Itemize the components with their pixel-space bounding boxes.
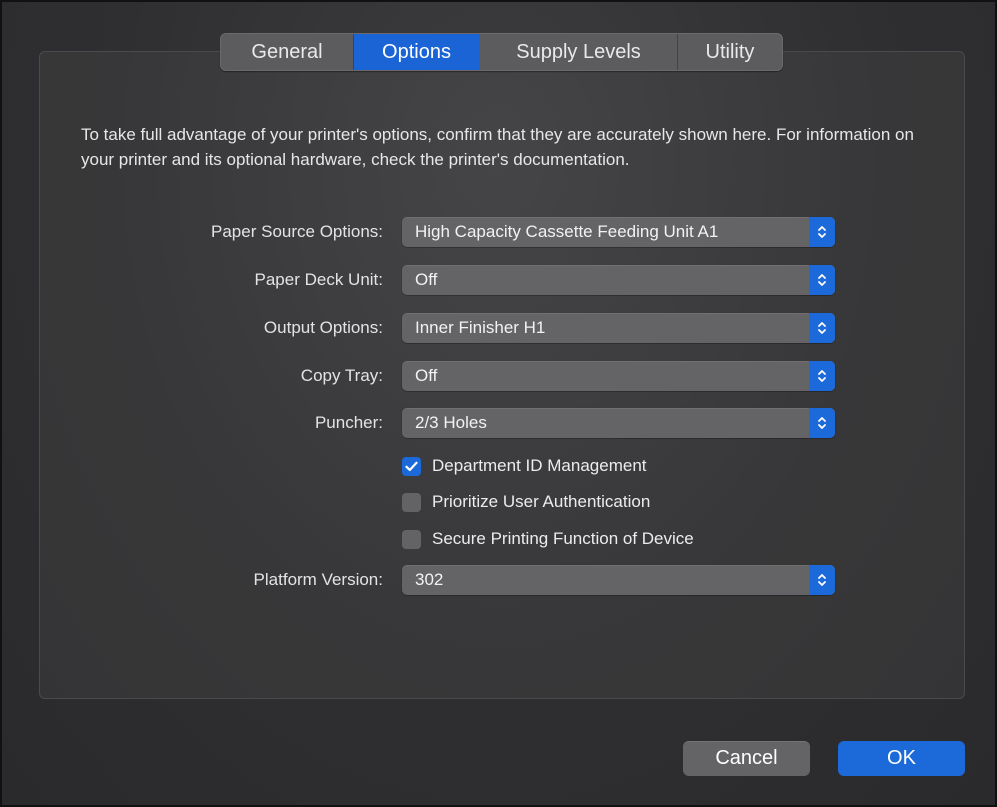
prioritize-auth-label: Prioritize User Authentication xyxy=(432,492,651,511)
chevron-up-down-icon xyxy=(809,361,835,391)
puncher-popup[interactable]: 2/3 Holes xyxy=(402,408,835,438)
paper-source-popup[interactable]: High Capacity Cassette Feeding Unit A1 xyxy=(402,217,835,247)
prioritize-auth-checkbox[interactable] xyxy=(402,492,421,512)
ok-button[interactable]: OK xyxy=(838,741,965,776)
puncher-label: Puncher: xyxy=(314,413,383,432)
chevron-up-down-icon xyxy=(809,408,835,438)
tab-bar: General Options Supply Levels Utility xyxy=(220,33,783,71)
cancel-button[interactable]: Cancel xyxy=(683,741,810,776)
dept-id-label: Department ID Management xyxy=(432,456,647,475)
tab-utility[interactable]: Utility xyxy=(678,34,782,70)
output-options-value: Inner Finisher H1 xyxy=(415,318,546,337)
dept-id-checkbox[interactable] xyxy=(402,456,421,476)
intro-text: To take full advantage of your printer's… xyxy=(81,125,914,169)
paper-deck-popup[interactable]: Off xyxy=(402,265,835,295)
platform-version-label: Platform Version: xyxy=(253,570,383,589)
chevron-up-down-icon xyxy=(809,265,835,295)
platform-version-popup[interactable]: 302 xyxy=(402,565,835,595)
paper-source-value: High Capacity Cassette Feeding Unit A1 xyxy=(415,222,719,241)
secure-print-checkbox[interactable] xyxy=(402,529,421,549)
tab-supply-levels[interactable]: Supply Levels xyxy=(480,34,678,70)
tab-options[interactable]: Options xyxy=(354,34,480,70)
output-options-popup[interactable]: Inner Finisher H1 xyxy=(402,313,835,343)
paper-deck-value: Off xyxy=(415,270,438,289)
prioritize-auth-checkbox-row[interactable]: Prioritize User Authentication xyxy=(402,490,650,514)
chevron-up-down-icon xyxy=(809,313,835,343)
platform-version-value: 302 xyxy=(415,570,444,589)
tab-general[interactable]: General xyxy=(221,34,354,70)
chevron-up-down-icon xyxy=(809,565,835,595)
copy-tray-label: Copy Tray: xyxy=(300,366,383,385)
dept-id-checkbox-row[interactable]: Department ID Management xyxy=(402,454,647,478)
copy-tray-value: Off xyxy=(415,366,438,385)
paper-deck-label: Paper Deck Unit: xyxy=(254,270,384,289)
secure-print-label: Secure Printing Function of Device xyxy=(432,529,694,548)
paper-source-label: Paper Source Options: xyxy=(211,222,383,241)
output-options-label: Output Options: xyxy=(263,318,383,337)
printer-options-dialog: General Options Supply Levels Utility To… xyxy=(0,0,997,807)
chevron-up-down-icon xyxy=(809,217,835,247)
puncher-value: 2/3 Holes xyxy=(415,413,487,432)
checkmark-icon xyxy=(405,461,418,471)
secure-print-checkbox-row[interactable]: Secure Printing Function of Device xyxy=(402,527,694,551)
copy-tray-popup[interactable]: Off xyxy=(402,361,835,391)
